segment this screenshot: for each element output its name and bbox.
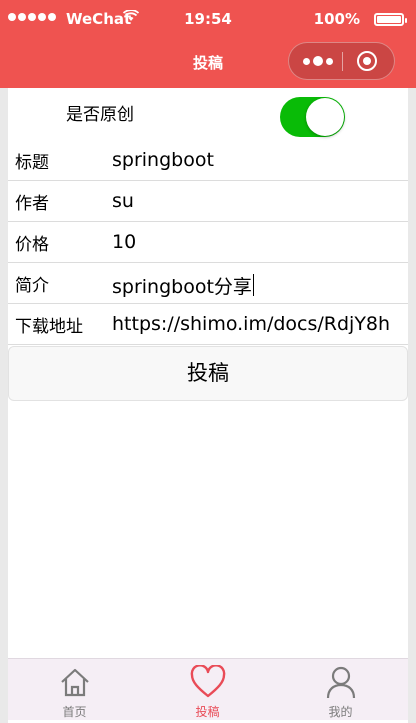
field-price[interactable]: 价格 10 bbox=[8, 222, 408, 263]
home-icon bbox=[58, 665, 92, 703]
submit-button[interactable]: 投稿 bbox=[8, 346, 408, 401]
tab-submit[interactable]: 投稿 bbox=[141, 659, 274, 721]
user-icon bbox=[324, 665, 358, 703]
submission-form: 是否原创 标题 springboot 作者 su 价格 10 简介 spring… bbox=[8, 88, 408, 345]
original-switch[interactable] bbox=[280, 97, 345, 137]
heart-icon bbox=[190, 664, 226, 703]
tab-label: 投稿 bbox=[195, 705, 220, 719]
field-title[interactable]: 标题 springboot bbox=[8, 140, 408, 181]
tab-label: 我的 bbox=[328, 705, 353, 719]
status-bar: WeChat 19:54 100% bbox=[0, 0, 416, 40]
original-row: 是否原创 bbox=[8, 88, 408, 140]
text-caret bbox=[252, 274, 254, 296]
download-url-input[interactable]: https://shimo.im/docs/RdjY8h bbox=[112, 313, 390, 335]
switch-knob bbox=[306, 98, 344, 136]
app-header: WeChat 19:54 100% 投稿 bbox=[0, 0, 416, 88]
price-input[interactable]: 10 bbox=[112, 231, 136, 253]
summary-text: springboot分享 bbox=[112, 276, 252, 298]
field-label: 价格 bbox=[15, 235, 49, 255]
tab-label: 首页 bbox=[62, 705, 87, 719]
battery-icon bbox=[374, 13, 407, 26]
author-input[interactable]: su bbox=[112, 190, 134, 212]
field-label: 作者 bbox=[15, 194, 49, 214]
field-summary[interactable]: 简介 springboot分享 bbox=[8, 263, 408, 304]
field-label: 下载地址 bbox=[15, 317, 83, 337]
battery-percent: 100% bbox=[313, 10, 360, 28]
field-download-url[interactable]: 下载地址 https://shimo.im/docs/RdjY8h bbox=[8, 304, 408, 345]
summary-input[interactable]: springboot分享 bbox=[112, 272, 254, 299]
field-author[interactable]: 作者 su bbox=[8, 181, 408, 222]
field-label: 简介 bbox=[15, 276, 49, 296]
tab-bar: 首页 投稿 我的 bbox=[8, 658, 408, 720]
field-label: 标题 bbox=[15, 153, 49, 173]
close-target-icon[interactable] bbox=[357, 51, 377, 71]
more-icon[interactable] bbox=[303, 56, 333, 66]
tab-home[interactable]: 首页 bbox=[8, 659, 141, 721]
title-input[interactable]: springboot bbox=[112, 149, 214, 171]
original-label: 是否原创 bbox=[66, 105, 134, 125]
capsule-divider bbox=[342, 52, 343, 71]
mini-program-capsule bbox=[288, 42, 395, 80]
tab-mine[interactable]: 我的 bbox=[274, 659, 407, 721]
